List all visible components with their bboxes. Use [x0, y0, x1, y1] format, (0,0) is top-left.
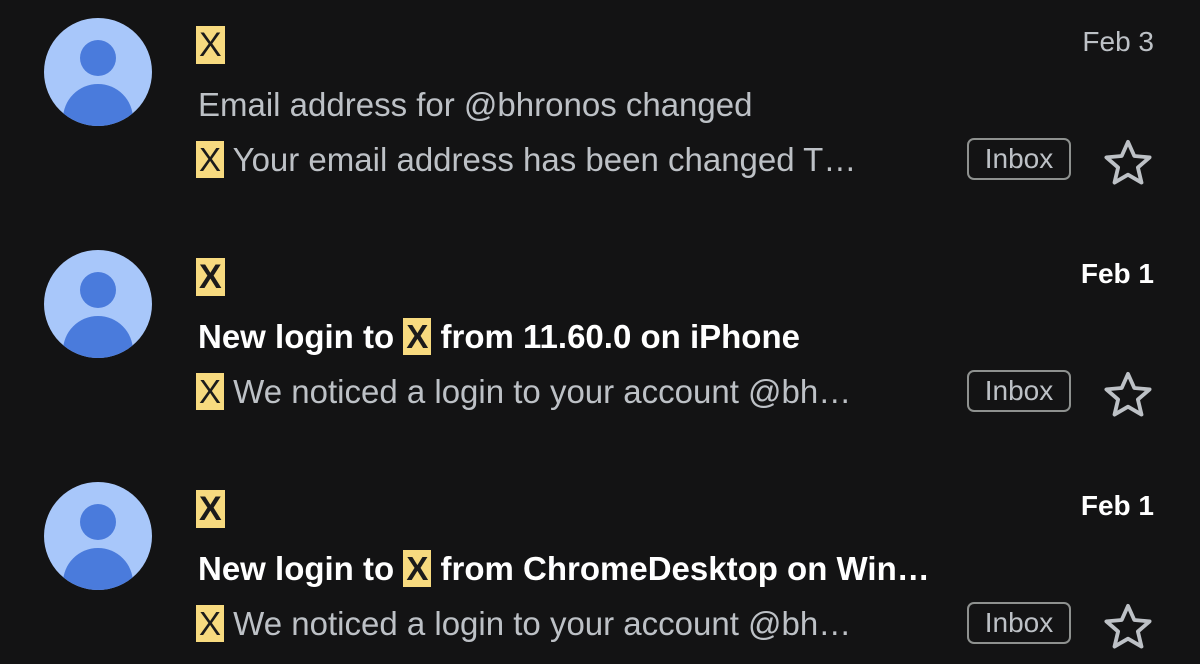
- avatar-head: [80, 504, 116, 540]
- star-icon[interactable]: [1098, 136, 1158, 190]
- snippet-sender-highlight: X: [196, 605, 225, 642]
- snippet-sender-highlight: X: [196, 141, 225, 178]
- sender-name: X: [196, 484, 225, 534]
- avatar-body: [63, 548, 133, 590]
- star-icon[interactable]: [1098, 368, 1158, 422]
- snippet-sender-highlight: X: [196, 373, 225, 410]
- email-snippet: X We noticed a login to your account @bh…: [196, 602, 966, 646]
- sender-avatar-icon[interactable]: [44, 18, 152, 126]
- subject-suffix: from 11.60.0 on iPhone: [431, 318, 800, 355]
- email-snippet: X Your email address has been changed T…: [196, 138, 966, 182]
- sender-name: X: [196, 252, 225, 302]
- email-date: Feb 1: [1080, 490, 1154, 521]
- subject-highlight: X: [403, 550, 432, 587]
- subject-prefix: New login to: [198, 318, 404, 355]
- subject-suffix: from ChromeDesktop on Win…: [431, 550, 930, 587]
- avatar-body: [63, 84, 133, 126]
- inbox-label-badge: Inbox: [967, 602, 1071, 644]
- inbox-label-badge: Inbox: [967, 138, 1071, 180]
- email-snippet: X We noticed a login to your account @bh…: [196, 370, 966, 414]
- email-subject: New login to X from 11.60.0 on iPhone: [198, 315, 1078, 359]
- sender-name: X: [196, 20, 225, 70]
- email-row[interactable]: X Feb 1 New login to X from 11.60.0 on i…: [0, 232, 1200, 464]
- email-list: X Feb 3 Email address for @bhronos chang…: [0, 0, 1200, 664]
- email-subject: Email address for @bhronos changed: [198, 86, 753, 123]
- sender-avatar-icon[interactable]: [44, 482, 152, 590]
- email-date: Feb 1: [1080, 258, 1154, 289]
- email-subject: New login to X from ChromeDesktop on Win…: [198, 547, 1078, 591]
- avatar-body: [63, 316, 133, 358]
- avatar-head: [80, 272, 116, 308]
- email-date: Feb 3: [1082, 26, 1154, 57]
- snippet-text: We noticed a login to your account @bh…: [224, 605, 852, 642]
- snippet-text: We noticed a login to your account @bh…: [224, 373, 852, 410]
- email-row[interactable]: X Feb 3 Email address for @bhronos chang…: [0, 0, 1200, 232]
- sender-avatar-icon[interactable]: [44, 250, 152, 358]
- inbox-label-badge: Inbox: [967, 370, 1071, 412]
- sender-highlight: X: [196, 26, 225, 64]
- sender-highlight: X: [196, 258, 225, 296]
- email-row[interactable]: X Feb 1 New login to X from ChromeDeskto…: [0, 464, 1200, 664]
- avatar-head: [80, 40, 116, 76]
- sender-highlight: X: [196, 490, 225, 528]
- snippet-text: Your email address has been changed T…: [224, 141, 857, 178]
- subject-prefix: New login to: [198, 550, 404, 587]
- subject-highlight: X: [403, 318, 432, 355]
- star-icon[interactable]: [1098, 600, 1158, 654]
